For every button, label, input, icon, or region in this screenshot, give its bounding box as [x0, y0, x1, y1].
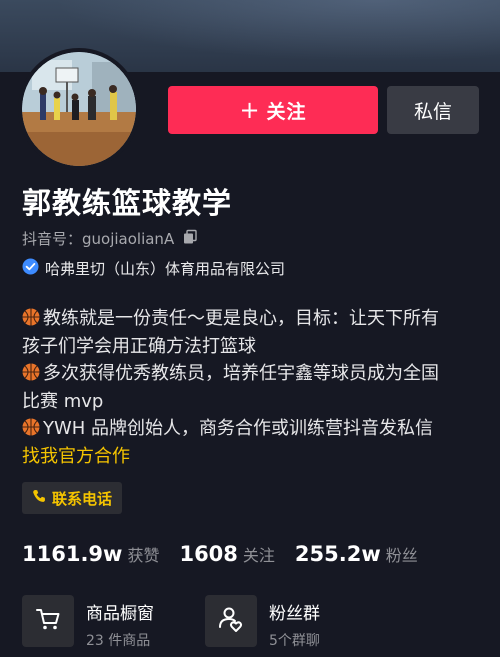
- bio-line: YWH 品牌创始人，商务合作或训练营抖音发私信: [22, 415, 482, 443]
- bio-line: 比赛 mvp: [22, 388, 482, 416]
- message-button[interactable]: 私信: [387, 86, 479, 134]
- following-count: 1608: [179, 542, 238, 566]
- phone-icon: [32, 489, 46, 507]
- verification-text: 哈弗里切（山东）体育用品有限公司: [45, 260, 286, 278]
- contact-phone-button[interactable]: 联系电话: [22, 482, 123, 514]
- shop-icon-box: [22, 595, 74, 647]
- bio-text: YWH 品牌创始人，商务合作或训练营抖音发私信: [43, 418, 434, 439]
- profile-stats: 1161.9w 获赞 1608 关注 255.2w 粉丝: [22, 542, 438, 566]
- basketball-emoji-icon: [22, 362, 40, 381]
- likes-stat[interactable]: 1161.9w 获赞: [22, 542, 159, 566]
- bio-text: 孩子们学会用正确方法打篮球: [22, 335, 256, 357]
- avatar[interactable]: [22, 52, 136, 166]
- basketball-emoji-icon: [22, 417, 40, 436]
- followers-stat[interactable]: 255.2w 粉丝: [295, 542, 418, 566]
- follow-button-label: 关注: [266, 100, 307, 123]
- douyin-id-row: 抖音号：guojiaolianA: [22, 228, 198, 249]
- profile-name: 郭教练篮球教学: [22, 186, 233, 220]
- likes-label: 获赞: [127, 546, 160, 565]
- bio-line: 教练就是一份责任～更是良心，目标：让天下所有: [22, 305, 482, 333]
- shopping-cart-icon: [35, 606, 61, 636]
- fan-group-icon-box: [205, 595, 257, 647]
- bio: 教练就是一份责任～更是良心，目标：让天下所有 孩子们学会用正确方法打篮球 多次获…: [22, 305, 482, 470]
- group-chat-icon: [217, 605, 245, 637]
- bio-text: 教练就是一份责任～更是良心，目标：让天下所有: [43, 308, 439, 329]
- fan-group-card[interactable]: 粉丝群 5个群聊: [205, 595, 320, 657]
- bio-official-cooperation-link[interactable]: 找我官方合作: [22, 443, 482, 471]
- message-button-label: 私信: [413, 100, 452, 123]
- plus-icon: +: [239, 96, 261, 124]
- follow-button[interactable]: + 关注: [168, 86, 378, 134]
- followers-count: 255.2w: [294, 542, 381, 566]
- fan-group-subtitle: 5个群聊: [269, 633, 320, 649]
- fan-group-title: 粉丝群: [269, 604, 320, 624]
- contact-phone-label: 联系电话: [52, 489, 113, 508]
- likes-count: 1161.9w: [22, 542, 123, 566]
- douyin-id-text: 抖音号：guojiaolianA: [22, 230, 175, 248]
- shop-window-card[interactable]: 商品橱窗 23 件商品: [22, 595, 154, 657]
- bio-line: 孩子们学会用正确方法打篮球: [22, 333, 482, 361]
- copy-icon[interactable]: [182, 229, 198, 249]
- bio-text: 找我官方合作: [22, 445, 130, 467]
- avatar-photo: [22, 52, 136, 166]
- bio-line: 多次获得优秀教练员，培养任宇鑫等球员成为全国: [22, 360, 482, 388]
- followers-label: 粉丝: [385, 546, 418, 565]
- following-stat[interactable]: 1608 关注: [179, 542, 274, 566]
- basketball-emoji-icon: [22, 307, 40, 326]
- following-label: 关注: [242, 546, 275, 565]
- bio-text: 多次获得优秀教练员，培养任宇鑫等球员成为全国: [43, 363, 439, 384]
- verification-row: 哈弗里切（山东）体育用品有限公司: [22, 258, 285, 279]
- shop-window-title: 商品橱窗: [86, 604, 154, 624]
- bio-text: 比赛 mvp: [22, 390, 104, 412]
- verified-badge-icon: [22, 258, 39, 279]
- shop-window-subtitle: 23 件商品: [86, 633, 151, 649]
